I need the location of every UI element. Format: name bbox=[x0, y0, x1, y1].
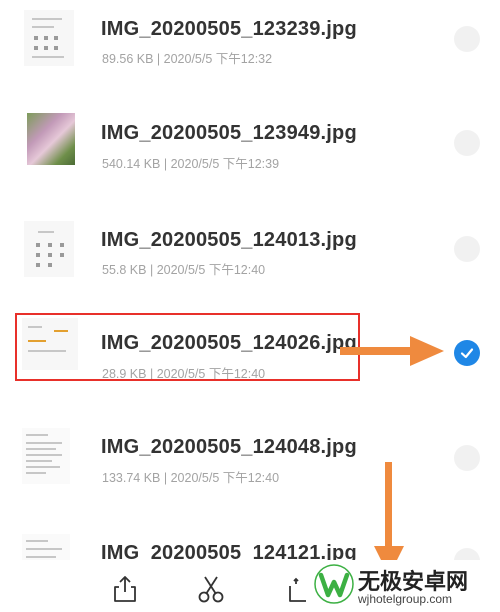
file-name: IMG_20200505_123949.jpg bbox=[101, 122, 357, 144]
file-name: IMG_20200505_124013.jpg bbox=[101, 229, 357, 251]
file-date: 2020/5/5 下午12:32 bbox=[163, 52, 273, 66]
select-radio[interactable] bbox=[454, 26, 480, 52]
select-radio-checked[interactable] bbox=[454, 340, 480, 366]
cut-icon[interactable] bbox=[196, 574, 226, 604]
file-thumbnail bbox=[22, 534, 70, 560]
file-date: 2020/5/5 下午12:40 bbox=[170, 471, 280, 485]
file-size: 55.8 KB bbox=[102, 263, 147, 277]
file-meta: 133.74 KB | 2020/5/5 下午12:40 bbox=[102, 467, 279, 486]
meta-separator: | bbox=[163, 157, 168, 171]
watermark-logo-icon bbox=[314, 564, 354, 604]
file-thumbnail bbox=[24, 221, 74, 277]
watermark-url: wjhotelgroup.com bbox=[358, 592, 453, 606]
file-size: 89.56 KB bbox=[102, 52, 154, 66]
file-row[interactable]: IMG_20200505_124121.jpg bbox=[0, 520, 500, 560]
file-row[interactable]: IMG_20200505_123949.jpg 540.14 KB | 2020… bbox=[0, 101, 500, 201]
check-icon bbox=[460, 348, 474, 359]
watermark: 无极安卓网 wjhotelgroup.com bbox=[310, 562, 500, 610]
file-name: IMG_20200505_124121.jpg bbox=[101, 542, 357, 560]
file-meta: 89.56 KB | 2020/5/5 下午12:32 bbox=[102, 48, 272, 67]
select-radio[interactable] bbox=[454, 130, 480, 156]
meta-separator: | bbox=[149, 263, 154, 277]
meta-separator: | bbox=[163, 471, 168, 485]
file-row[interactable]: IMG_20200505_123239.jpg 89.56 KB | 2020/… bbox=[0, 0, 500, 96]
file-size: 540.14 KB bbox=[102, 157, 161, 171]
select-radio[interactable] bbox=[454, 445, 480, 471]
file-row[interactable]: IMG_20200505_124048.jpg 133.74 KB | 2020… bbox=[0, 416, 500, 516]
file-thumbnail bbox=[22, 428, 70, 484]
right-arrow-annotation bbox=[340, 336, 444, 366]
file-thumbnail bbox=[24, 10, 74, 66]
file-date: 2020/5/5 下午12:40 bbox=[156, 263, 266, 277]
file-list: IMG_20200505_123239.jpg 89.56 KB | 2020/… bbox=[0, 0, 500, 560]
file-row[interactable]: IMG_20200505_124013.jpg 55.8 KB | 2020/5… bbox=[0, 207, 500, 307]
selection-highlight-box bbox=[15, 313, 360, 381]
file-name: IMG_20200505_124048.jpg bbox=[101, 436, 357, 458]
share-icon[interactable] bbox=[110, 574, 140, 604]
file-name: IMG_20200505_123239.jpg bbox=[101, 18, 357, 40]
file-meta: 540.14 KB | 2020/5/5 下午12:39 bbox=[102, 153, 279, 172]
file-size: 133.74 KB bbox=[102, 471, 161, 485]
meta-separator: | bbox=[156, 52, 161, 66]
file-date: 2020/5/5 下午12:39 bbox=[170, 157, 280, 171]
select-radio[interactable] bbox=[454, 548, 480, 560]
file-thumbnail bbox=[27, 113, 75, 165]
select-radio[interactable] bbox=[454, 236, 480, 262]
file-meta: 55.8 KB | 2020/5/5 下午12:40 bbox=[102, 259, 265, 278]
